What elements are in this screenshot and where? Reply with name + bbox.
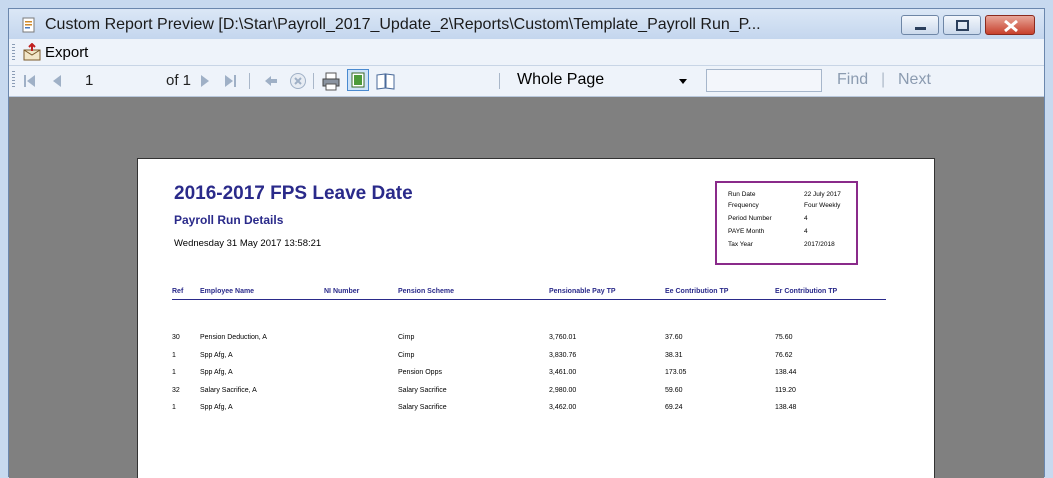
cell-ref: 32 — [172, 387, 180, 394]
run-info-box: Run Date 22 July 2017 Frequency Four Weekl… — [715, 181, 858, 265]
next-page-icon[interactable] — [199, 74, 211, 94]
report-page: 2016-2017 FPS Leave Date Payroll Run Det… — [137, 158, 935, 478]
toolbar-separator — [313, 73, 314, 89]
info-row: Frequency Four Weekly — [728, 202, 841, 209]
cell-pay: 3,461.00 — [549, 369, 577, 376]
cell-er: 138.44 — [775, 369, 797, 376]
cell-name: Spp Afg, A — [200, 404, 233, 411]
cell-er: 75.60 — [775, 334, 793, 341]
column-header-pensionable-pay: Pensionable Pay TP — [549, 288, 616, 295]
find-separator: | — [881, 71, 886, 88]
info-row: Period Number 4 — [728, 215, 808, 222]
cell-ref: 1 — [172, 352, 176, 359]
info-row: Tax Year 2017/2018 — [728, 241, 835, 248]
find-input[interactable] — [706, 69, 822, 92]
header-divider — [172, 299, 886, 300]
cell-scheme: Salary Sacrifice — [398, 387, 447, 394]
close-icon — [1004, 19, 1018, 33]
info-row: PAYE Month 4 — [728, 228, 808, 235]
cell-scheme: Cimp — [398, 352, 415, 359]
print-layout-button[interactable] — [347, 69, 369, 91]
cell-ee: 59.60 — [665, 387, 683, 394]
last-page-icon[interactable] — [223, 74, 237, 94]
stop-icon[interactable] — [289, 72, 307, 92]
cell-scheme: Cimp — [398, 334, 415, 341]
preview-toolbar: 1 of 1 Whole Page Find | Next — [9, 66, 1044, 97]
zoom-value: Whole Page — [517, 71, 605, 88]
zoom-select[interactable]: Whole Page — [509, 69, 693, 93]
cell-er: 138.48 — [775, 404, 797, 411]
report-preview-window: Custom Report Preview [D:\Star\Payroll_2… — [8, 8, 1045, 478]
export-button[interactable]: Export — [23, 42, 88, 62]
minimize-button[interactable] — [901, 15, 939, 35]
find-button[interactable]: Find — [837, 71, 868, 89]
report-viewport[interactable]: 2016-2017 FPS Leave Date Payroll Run Det… — [9, 97, 1044, 478]
cell-er: 76.62 — [775, 352, 793, 359]
current-page-field[interactable]: 1 — [85, 71, 93, 91]
toolbar-separator — [499, 73, 500, 89]
close-button[interactable] — [985, 15, 1035, 35]
column-header-employee-name: Employee Name — [200, 288, 255, 295]
report-subtitle: Payroll Run Details — [174, 213, 284, 227]
export-label: Export — [45, 43, 89, 61]
cell-name: Pension Deduction, A — [200, 334, 267, 341]
column-header-ni-number: NI Number — [324, 288, 360, 295]
cell-scheme: Pension Opps — [398, 369, 442, 376]
report-app-icon — [22, 17, 35, 33]
previous-page-icon[interactable] — [51, 74, 63, 94]
title-bar[interactable]: Custom Report Preview [D:\Star\Payroll_2… — [9, 9, 1044, 39]
cell-ee: 38.31 — [665, 352, 683, 359]
cell-ee: 69.24 — [665, 404, 683, 411]
page-total-label: of 1 — [166, 72, 192, 89]
export-icon — [23, 43, 41, 61]
minimize-icon — [915, 27, 926, 30]
next-button[interactable]: Next — [898, 71, 931, 89]
toolbar-grip[interactable] — [12, 44, 15, 60]
cell-scheme: Salary Sacrifice — [398, 404, 447, 411]
report-title: 2016-2017 FPS Leave Date — [174, 183, 413, 204]
column-header-pension-scheme: Pension Scheme — [398, 288, 455, 295]
window-title: Custom Report Preview [D:\Star\Payroll_2… — [45, 16, 761, 33]
cell-ref: 1 — [172, 369, 176, 376]
cell-pay: 3,462.00 — [549, 404, 577, 411]
cell-pay: 3,760.01 — [549, 334, 577, 341]
maximize-button[interactable] — [943, 15, 981, 35]
cell-ref: 1 — [172, 404, 176, 411]
chevron-down-icon — [679, 79, 687, 84]
print-layout-icon — [351, 72, 365, 88]
cell-er: 119.20 — [775, 387, 796, 394]
first-page-icon[interactable] — [23, 74, 37, 94]
page-setup-icon[interactable] — [375, 71, 397, 91]
cell-ee: 37.60 — [665, 334, 683, 341]
info-row: Run Date 22 July 2017 — [728, 191, 841, 198]
maximize-icon — [956, 20, 969, 31]
toolbar-separator — [249, 73, 250, 89]
toolbar-grip[interactable] — [12, 71, 15, 87]
cell-name: Salary Sacrifice, A — [200, 387, 257, 394]
cell-ee: 173.05 — [665, 369, 687, 376]
column-header-er-contribution: Er Contribution TP — [775, 288, 838, 295]
cell-pay: 3,830.76 — [549, 352, 577, 359]
cell-name: Spp Afg, A — [200, 352, 233, 359]
column-header-ref: Ref — [172, 288, 184, 295]
cell-ref: 30 — [172, 334, 180, 341]
column-header-ee-contribution: Ee Contribution TP — [665, 288, 729, 295]
cell-name: Spp Afg, A — [200, 369, 233, 376]
cell-pay: 2,980.00 — [549, 387, 577, 394]
print-icon[interactable] — [321, 71, 341, 91]
report-datetime: Wednesday 31 May 2017 13:58:21 — [174, 238, 322, 249]
menu-bar: Export — [9, 39, 1044, 66]
back-icon[interactable] — [263, 74, 279, 94]
